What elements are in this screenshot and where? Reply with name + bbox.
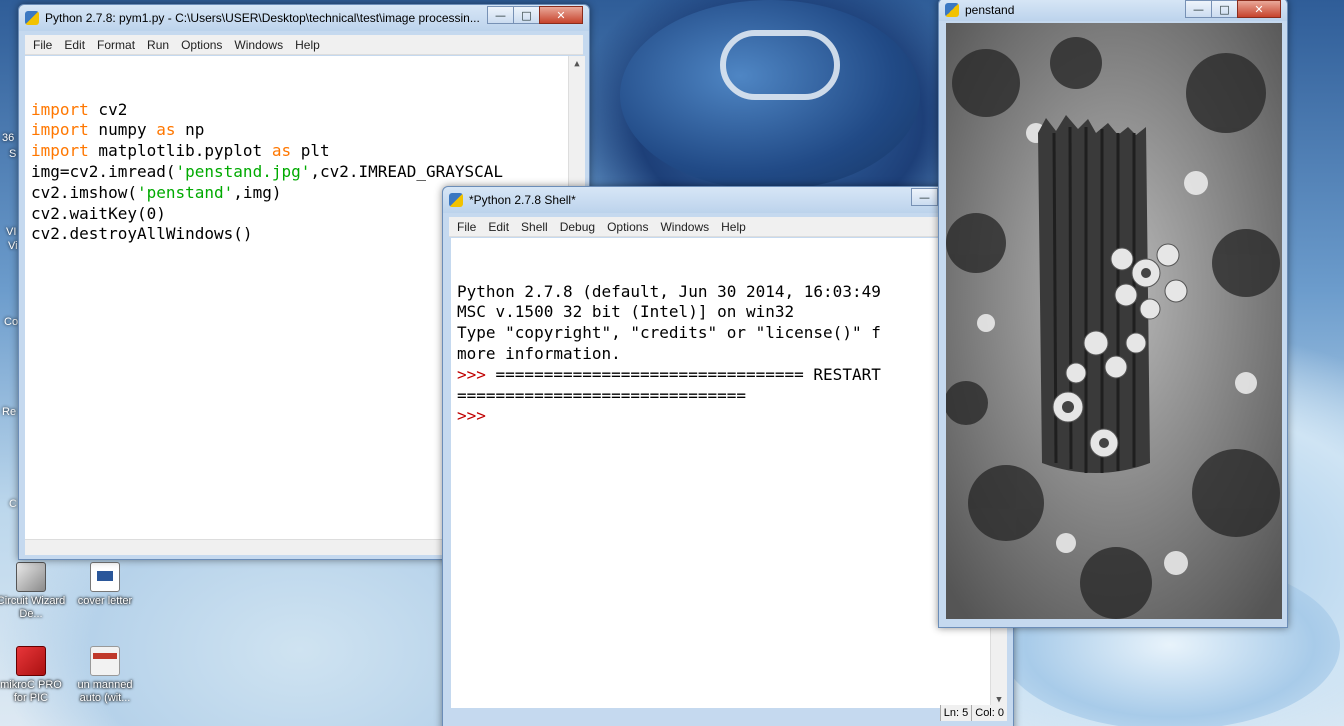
desktop-icon-label-fragment: VI	[6, 226, 17, 238]
maximize-button[interactable]: □	[1211, 0, 1238, 18]
menu-options[interactable]: Options	[601, 220, 654, 234]
menu-file[interactable]: File	[27, 38, 58, 52]
desktop-icon-label-fragment: 36	[2, 132, 15, 144]
image-titlebar[interactable]: penstand — □ ✕	[939, 0, 1287, 21]
string-token: 'penstand'	[136, 182, 234, 202]
shell-prompt: >>>	[457, 364, 496, 384]
keyword-token: as	[271, 141, 292, 161]
code-line: Type "copyright", "credits" or "license(…	[457, 323, 1001, 344]
code-token: MSC v.1500 32 bit (Intel)] on win32	[457, 302, 795, 322]
shell-menubar: File Edit Shell Debug Options Windows He…	[449, 217, 1007, 237]
code-token: numpy	[88, 120, 157, 140]
code-token: ,img)	[233, 182, 282, 202]
desktop-icon-label-fragment: C	[9, 498, 17, 510]
close-button[interactable]: ✕	[539, 6, 583, 24]
status-col: Col: 0	[971, 705, 1007, 721]
python-icon	[25, 11, 39, 25]
code-token: Python 2.7.8 (default, Jun 30 2014, 16:0…	[457, 281, 881, 301]
menu-help[interactable]: Help	[289, 38, 326, 52]
code-line: MSC v.1500 32 bit (Intel)] on win32	[457, 302, 1001, 323]
keyword-token: import	[31, 120, 89, 140]
menu-format[interactable]: Format	[91, 38, 141, 52]
code-token: matplotlib.pyplot	[88, 141, 272, 161]
menu-options[interactable]: Options	[175, 38, 228, 52]
menu-run[interactable]: Run	[141, 38, 175, 52]
keyword-token: import	[31, 141, 89, 161]
code-token: Type "copyright", "credits" or "license(…	[457, 323, 881, 343]
editor-menubar: File Edit Format Run Options Windows Hel…	[25, 35, 583, 55]
editor-titlebar[interactable]: Python 2.7.8: pym1.py - C:\Users\USER\De…	[19, 5, 589, 31]
menu-windows[interactable]: Windows	[654, 220, 715, 234]
desktop-icon-label-fragment: Co	[4, 316, 19, 328]
code-line: more information.	[457, 344, 1001, 365]
code-line: import numpy as np	[31, 120, 579, 141]
menu-windows[interactable]: Windows	[228, 38, 289, 52]
desktop-icon-label-fragment: Vi	[8, 240, 18, 252]
code-line: import matplotlib.pyplot as plt	[31, 141, 579, 162]
penstand-image-drawing	[946, 23, 1282, 619]
menu-debug[interactable]: Debug	[554, 220, 601, 234]
menu-edit[interactable]: Edit	[482, 220, 515, 234]
menu-edit[interactable]: Edit	[58, 38, 91, 52]
minimize-button[interactable]: —	[1185, 0, 1212, 18]
image-window-title: penstand	[965, 3, 1015, 17]
keyword-token: as	[156, 120, 176, 140]
code-line: ==============================	[457, 386, 1001, 407]
desktop-icon-un-manned-auto[interactable]: un manned auto (wit...	[70, 646, 140, 705]
desktop-icon-label-fragment: Re	[2, 406, 17, 418]
shell-window[interactable]: *Python 2.7.8 Shell* — □ ✕ File Edit She…	[442, 186, 1014, 726]
code-line: img=cv2.imread('penstand.jpg',cv2.IMREAD…	[31, 162, 579, 183]
desktop-icon-label: cover letter	[77, 595, 133, 607]
desktop-icon-label: mikroC PRO for PIC	[0, 679, 62, 704]
code-token: ==============================	[457, 385, 746, 405]
menu-file[interactable]: File	[451, 220, 482, 234]
code-token: cv2	[88, 99, 128, 119]
menu-help[interactable]: Help	[715, 220, 752, 234]
desktop-icon-circuit-wizard[interactable]: Circuit Wizard De...	[0, 562, 66, 621]
circuit-wizard-icon	[16, 562, 46, 592]
editor-title: Python 2.7.8: pym1.py - C:\Users\USER\De…	[45, 11, 480, 25]
code-token: ================================ RESTART	[495, 364, 881, 384]
code-token: more information.	[457, 343, 621, 363]
desktop-icon-label-fragment: S	[9, 148, 17, 160]
penstand-grayscale-image	[946, 23, 1282, 619]
shell-title: *Python 2.7.8 Shell*	[469, 193, 576, 207]
shell-status-bar: Ln: 5 Col: 0	[939, 705, 1007, 721]
code-line: >>>	[457, 406, 1001, 427]
desktop-icon-label: Circuit Wizard De...	[0, 595, 66, 620]
desktop-icon-cover-letter[interactable]: cover letter	[70, 562, 140, 608]
code-line: >>> ================================ RES…	[457, 365, 1001, 386]
shell-text-area[interactable]: Python 2.7.8 (default, Jun 30 2014, 16:0…	[451, 238, 1007, 708]
scroll-up-arrow-icon[interactable]: ▲	[569, 56, 585, 72]
shell-titlebar[interactable]: *Python 2.7.8 Shell* — □ ✕	[443, 187, 1013, 213]
code-line: Python 2.7.8 (default, Jun 30 2014, 16:0…	[457, 282, 1001, 303]
code-token: cv2.waitKey(0)	[31, 203, 166, 223]
menu-shell[interactable]: Shell	[515, 220, 554, 234]
code-token: cv2.imshow(	[31, 182, 137, 202]
string-token: 'penstand.jpg'	[175, 161, 311, 181]
python-icon	[449, 193, 463, 207]
shell-prompt: >>>	[457, 406, 496, 426]
word-document-icon	[90, 562, 120, 592]
close-button[interactable]: ✕	[1237, 0, 1281, 18]
status-line: Ln: 5	[939, 705, 972, 721]
desktop-icon-mikroc[interactable]: mikroC PRO for PIC	[0, 646, 66, 705]
mikroc-icon	[16, 646, 46, 676]
code-token: np	[175, 120, 205, 140]
document-icon	[90, 646, 120, 676]
image-window[interactable]: penstand — □ ✕	[938, 0, 1288, 628]
code-line: import cv2	[31, 100, 579, 121]
desktop-icon-label: un manned auto (wit...	[77, 679, 133, 704]
keyword-token: import	[31, 99, 89, 119]
minimize-button[interactable]: —	[487, 6, 514, 24]
minimize-button[interactable]: —	[911, 188, 938, 206]
window-icon	[945, 3, 959, 17]
maximize-button[interactable]: □	[513, 6, 540, 24]
code-token: cv2.destroyAllWindows()	[31, 224, 253, 244]
wallpaper-art	[720, 30, 840, 100]
code-token: plt	[291, 141, 330, 161]
code-token: ,cv2.IMREAD_GRAYSCAL	[310, 161, 504, 181]
code-token: img=cv2.imread(	[31, 161, 176, 181]
